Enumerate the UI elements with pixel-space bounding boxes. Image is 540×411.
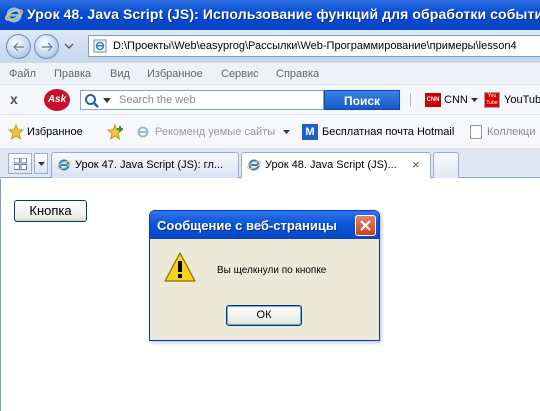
- tab-lesson-48[interactable]: Урок 48. Java Script (JS)... ×: [241, 152, 431, 178]
- toolbar-divider: [410, 93, 411, 107]
- ie-page-icon: [137, 126, 149, 138]
- close-toolbar-icon[interactable]: x: [10, 91, 18, 107]
- quick-tabs-grid-icon: [14, 158, 27, 170]
- menu-view[interactable]: Вид: [110, 68, 130, 80]
- add-favorite-icon[interactable]: [107, 124, 125, 140]
- alert-dialog: Сообщение с веб-страницы Вы щелкнули по …: [149, 210, 380, 341]
- suggested-sites-button[interactable]: Рекоменд уемые сайты: [155, 126, 275, 138]
- menu-tools[interactable]: Сервис: [221, 68, 259, 80]
- menu-edit[interactable]: Правка: [54, 68, 91, 80]
- ie-tab-icon: [57, 159, 71, 171]
- forward-button[interactable]: [34, 34, 59, 59]
- address-toolbar: D:\Проекты\Web\easyprog\Рассылки\Web-Про…: [0, 30, 540, 62]
- youtube-icon-bottom: Tube: [485, 100, 499, 107]
- new-tab-button[interactable]: [433, 152, 459, 178]
- menu-help[interactable]: Справка: [276, 68, 319, 80]
- page-button[interactable]: Кнопка: [14, 200, 87, 222]
- youtube-icon: You Tube: [484, 92, 500, 108]
- suggested-sites-dropdown-icon[interactable]: [283, 130, 290, 134]
- search-icon: [85, 94, 99, 108]
- dialog-message: Вы щелкнули по кнопке: [217, 265, 327, 276]
- hotmail-icon: M: [302, 124, 318, 140]
- search-placeholder: Search the web: [119, 94, 196, 106]
- close-tab-icon[interactable]: ×: [412, 157, 420, 172]
- warning-icon: [164, 252, 196, 282]
- dialog-body: Вы щелкнули по кнопке ОК: [153, 239, 378, 339]
- ask-toolbar: x Ask Search the web Поиск CNN CNN You Tu…: [0, 84, 540, 114]
- youtube-button[interactable]: YouTub: [504, 94, 540, 106]
- dialog-close-button[interactable]: [355, 215, 376, 236]
- cnn-dropdown-icon[interactable]: [471, 98, 478, 102]
- search-button[interactable]: Поиск: [324, 90, 400, 110]
- menu-file[interactable]: Файл: [9, 68, 36, 80]
- tab-label: Урок 47. Java Script (JS): гл...: [75, 159, 224, 171]
- menu-favorites[interactable]: Избранное: [147, 68, 203, 80]
- menu-bar: Файл Правка Вид Избранное Сервис Справка: [0, 62, 540, 84]
- close-icon: [360, 220, 371, 231]
- collections-button[interactable]: Коллекци: [487, 126, 536, 138]
- back-arrow-icon: [12, 42, 24, 52]
- ok-button[interactable]: ОК: [226, 305, 302, 326]
- favorites-button[interactable]: Избранное: [27, 126, 83, 138]
- ie-tab-icon: [247, 159, 261, 171]
- tab-list-dropdown-icon: [38, 162, 45, 166]
- back-button[interactable]: [6, 34, 31, 59]
- favorites-bar: Избранное Рекоменд уемые сайты M Бесплат…: [0, 114, 540, 148]
- youtube-icon-top: You: [485, 93, 499, 100]
- tab-bar: Урок 47. Java Script (JS): гл... Урок 48…: [0, 148, 540, 178]
- favorites-star-icon: [8, 124, 24, 140]
- search-options-dropdown-icon[interactable]: [103, 98, 111, 103]
- dialog-title: Сообщение с веб-страницы: [157, 218, 337, 233]
- address-url: D:\Проекты\Web\easyprog\Рассылки\Web-Про…: [113, 40, 517, 52]
- tab-list-button[interactable]: [34, 153, 48, 174]
- recent-pages-dropdown-icon[interactable]: [64, 42, 74, 50]
- forward-arrow-icon: [42, 42, 54, 52]
- tab-label: Урок 48. Java Script (JS)...: [265, 159, 397, 171]
- window-title: Урок 48. Java Script (JS): Использование…: [27, 6, 540, 22]
- ask-logo[interactable]: Ask: [44, 89, 70, 111]
- window-titlebar[interactable]: Урок 48. Java Script (JS): Использование…: [0, 0, 540, 30]
- search-input[interactable]: Search the web: [80, 90, 324, 110]
- cnn-icon: CNN: [425, 93, 441, 107]
- collections-icon: [470, 125, 482, 139]
- cnn-button[interactable]: CNN: [444, 94, 468, 106]
- hotmail-link[interactable]: Бесплатная почта Hotmail: [322, 126, 454, 138]
- quick-tabs-button[interactable]: [8, 153, 32, 174]
- dialog-titlebar[interactable]: Сообщение с веб-страницы: [150, 211, 379, 239]
- address-field[interactable]: D:\Проекты\Web\easyprog\Рассылки\Web-Про…: [88, 35, 540, 57]
- page-icon: [93, 39, 107, 53]
- tab-lesson-47[interactable]: Урок 47. Java Script (JS): гл...: [51, 152, 239, 178]
- internet-explorer-icon: [5, 7, 23, 23]
